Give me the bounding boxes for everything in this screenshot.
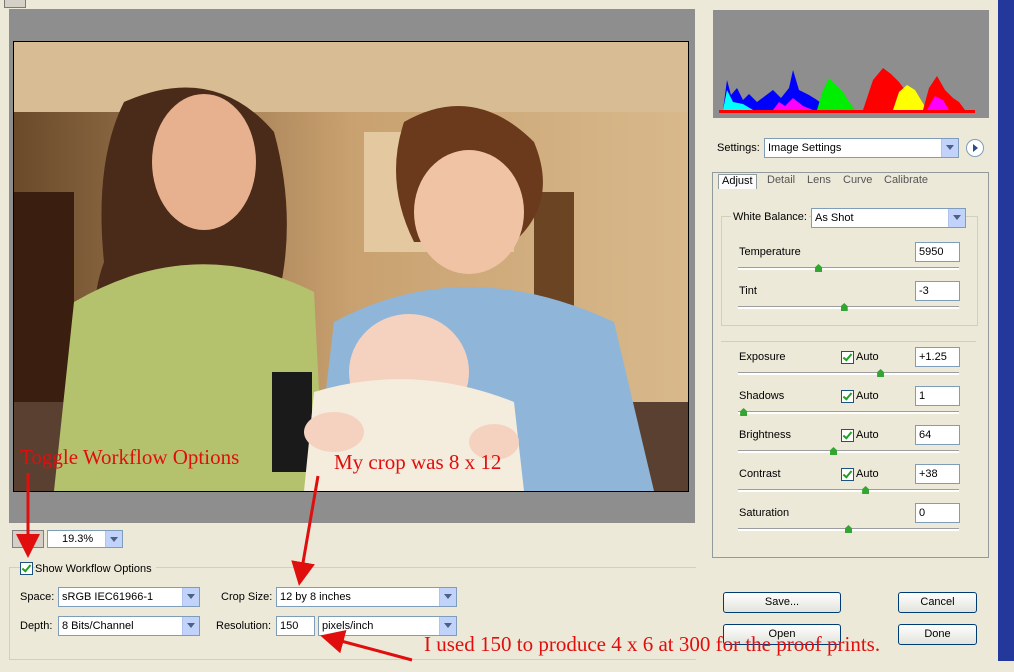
arrow-to-crop [291, 475, 320, 586]
arrow-to-resolution [320, 630, 413, 662]
annotation-arrows [16, 473, 413, 662]
